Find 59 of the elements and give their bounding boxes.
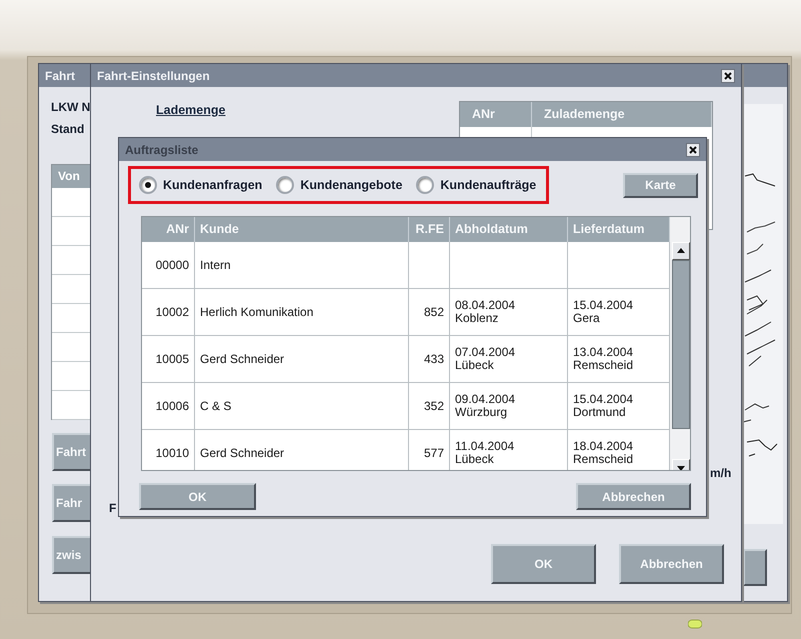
- table-cell: 08.04.2004 Koblenz: [450, 289, 568, 336]
- table-cell: 577: [409, 430, 450, 470]
- field-label: Stand: [51, 122, 84, 136]
- table-cell: 07.04.2004 Lübeck: [450, 336, 568, 383]
- map-button[interactable]: Karte: [623, 172, 698, 198]
- field-label: F: [109, 501, 116, 515]
- side-button[interactable]: zwis: [52, 536, 90, 574]
- column-header: R.FE: [409, 217, 450, 242]
- table-cell: Intern: [195, 242, 409, 289]
- close-icon[interactable]: [686, 142, 700, 156]
- field-label: m/h: [710, 466, 732, 480]
- scrollbar-thumb[interactable]: [672, 260, 690, 430]
- radio-option[interactable]: Kundenanfragen: [139, 176, 262, 194]
- table-cell: 15.04.2004 Gera: [568, 289, 670, 336]
- table-cell: Gerd Schneider: [195, 336, 409, 383]
- table-cell: 10002: [142, 289, 195, 336]
- table-cell: 352: [409, 383, 450, 430]
- table-cell: 10005: [142, 336, 195, 383]
- table-cell: Herlich Komunikation: [195, 289, 409, 336]
- window-title: Fahrt: [45, 68, 75, 82]
- cancel-button[interactable]: Abbrechen: [619, 544, 724, 584]
- side-button[interactable]: Fahr: [52, 484, 90, 522]
- table-cell: 11.04.2004 Lübeck: [450, 430, 568, 470]
- column-header: ANr: [460, 102, 532, 127]
- column-header: Kunde: [195, 217, 409, 242]
- table-cell: 15.04.2004 Dortmund: [568, 383, 670, 430]
- table-cell: 13.04.2004 Remscheid: [568, 336, 670, 383]
- radio-circle[interactable]: [276, 176, 294, 194]
- partial-button[interactable]: [743, 549, 767, 586]
- window-title: Auftragsliste: [125, 142, 198, 156]
- side-button[interactable]: Fahrt: [52, 433, 90, 471]
- field-label: LKW N: [51, 100, 90, 114]
- table-cell: Gerd Schneider: [195, 430, 409, 470]
- radio-option[interactable]: Kundenangebote: [276, 176, 402, 194]
- radio-circle[interactable]: [416, 176, 434, 194]
- table-cell: 433: [409, 336, 450, 383]
- table-cell: 09.04.2004 Würzburg: [450, 383, 568, 430]
- caret-down-icon: [676, 466, 684, 470]
- power-led-icon: [688, 619, 702, 629]
- ok-button[interactable]: OK: [491, 544, 596, 584]
- table-cell: 00000: [142, 242, 195, 289]
- radio-circle[interactable]: [139, 176, 157, 194]
- ok-button[interactable]: OK: [139, 483, 256, 510]
- radio-option[interactable]: Kundenaufträge: [416, 176, 536, 194]
- section-heading: Lademenge: [156, 103, 226, 117]
- table-cell: 18.04.2004 Remscheid: [568, 430, 670, 470]
- table-cell: C & S: [195, 383, 409, 430]
- column-header: Abholdatum: [450, 217, 568, 242]
- column-header: Lieferdatum: [568, 217, 670, 242]
- caret-up-icon: [676, 248, 684, 254]
- table-cell: 852: [409, 289, 450, 336]
- table-cell: 10006: [142, 383, 195, 430]
- table-cell: 10010: [142, 430, 195, 470]
- column-header: Zulademenge: [532, 102, 712, 127]
- cancel-button[interactable]: Abbrechen: [576, 483, 691, 510]
- scroll-up-button[interactable]: [672, 242, 690, 260]
- close-icon[interactable]: [721, 68, 735, 82]
- column-header: ANr: [142, 217, 195, 242]
- window-title: Fahrt-Einstellungen: [97, 68, 210, 82]
